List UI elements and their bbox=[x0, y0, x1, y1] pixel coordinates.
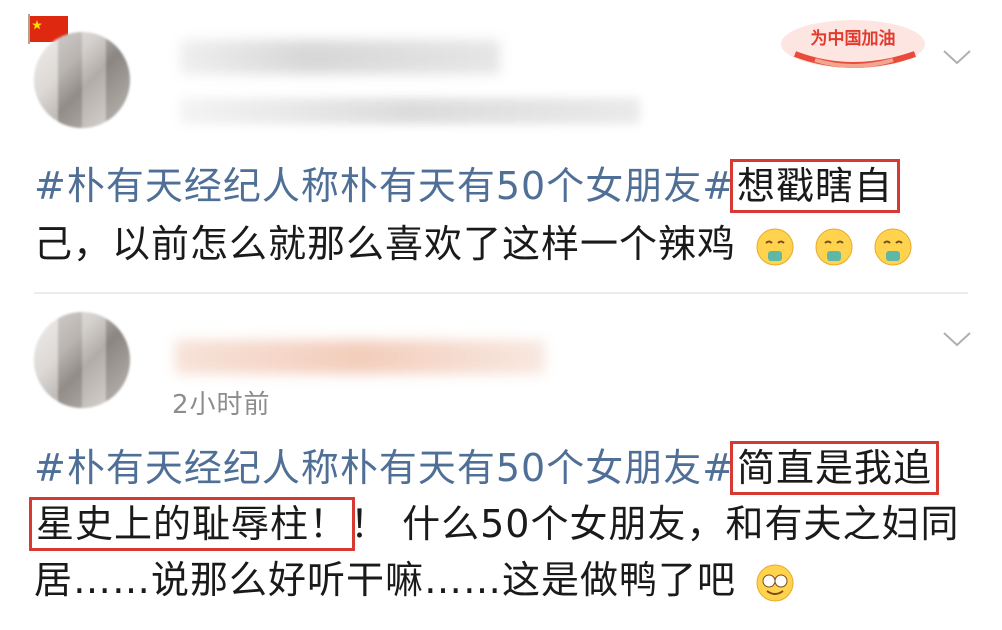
avatar[interactable] bbox=[34, 312, 130, 408]
laugh-cry-emoji-icon bbox=[756, 564, 794, 601]
vomit-emoji-icon bbox=[756, 228, 794, 265]
post-2-content-line-3: 居……说那么好听干嘛……这是做鸭了吧 bbox=[34, 552, 795, 608]
post-2-content-line-2: 星史上的耻辱柱！！ 什么50个女朋友，和有夫之妇同 bbox=[28, 496, 960, 552]
chevron-down-icon[interactable] bbox=[942, 330, 972, 348]
badge-text: 为中国加油 bbox=[811, 28, 896, 49]
content-text: ！ 什么50个女朋友，和有夫之妇同 bbox=[350, 502, 960, 546]
highlight-text: 想戳瞎自 bbox=[730, 159, 901, 213]
vomit-emoji-icon bbox=[815, 228, 853, 265]
username-redacted[interactable] bbox=[175, 340, 545, 374]
post-divider bbox=[34, 292, 968, 294]
chevron-down-icon[interactable] bbox=[942, 48, 972, 66]
cheer-china-badge: 为中国加油 bbox=[781, 20, 925, 68]
topic-hashtag-link[interactable]: #朴有天经纪人称朴有天有50个女朋友# bbox=[34, 164, 735, 208]
username-redacted[interactable] bbox=[180, 40, 500, 74]
avatar[interactable] bbox=[34, 32, 130, 128]
post-meta-redacted bbox=[180, 98, 640, 124]
post-1-content-line-2: 己，以前怎么就那么喜欢了这样一个辣鸡 bbox=[34, 216, 913, 272]
content-text: 己，以前怎么就那么喜欢了这样一个辣鸡 bbox=[34, 222, 737, 266]
highlight-text: 星史上的耻辱柱！ bbox=[28, 497, 356, 551]
post-2-content-line-1: #朴有天经纪人称朴有天有50个女朋友#简直是我追 bbox=[34, 440, 940, 496]
vomit-emoji-icon bbox=[874, 228, 912, 265]
content-text: 居……说那么好听干嘛……这是做鸭了吧 bbox=[34, 558, 737, 602]
post-time: 2小时前 bbox=[172, 390, 271, 420]
topic-hashtag-link[interactable]: #朴有天经纪人称朴有天有50个女朋友# bbox=[34, 446, 735, 490]
highlight-text: 简直是我追 bbox=[730, 441, 940, 495]
post-1-content-line-1: #朴有天经纪人称朴有天有50个女朋友#想戳瞎自 bbox=[34, 158, 901, 214]
